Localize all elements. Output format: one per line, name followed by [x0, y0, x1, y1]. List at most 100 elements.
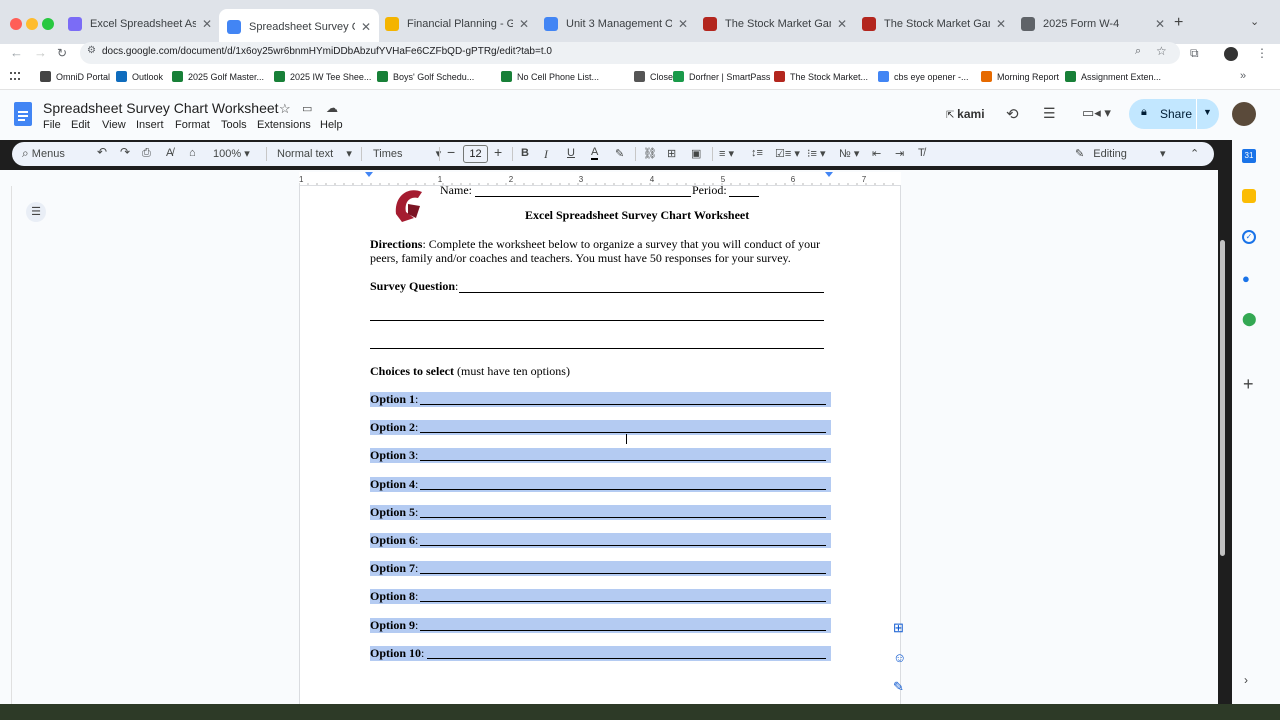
browser-tab[interactable]: The Stock Market Game✕ [854, 11, 1014, 37]
suggest-edits-icon[interactable]: ✎ [893, 679, 904, 695]
document-outline-icon[interactable]: ☰ [26, 202, 46, 222]
menu-insert[interactable]: Insert [136, 119, 164, 131]
profile-avatar[interactable] [1224, 47, 1238, 61]
document-title[interactable]: Spreadsheet Survey Chart Worksheet [43, 100, 279, 116]
bookmark-item[interactable]: The Stock Market... [774, 71, 868, 82]
close-tab-icon[interactable]: ✕ [678, 17, 688, 31]
option-line[interactable]: Option 7: [370, 561, 831, 577]
checklist-icon[interactable]: ☑≡ ▾ [775, 147, 800, 160]
spellcheck-icon[interactable]: A̸ [166, 147, 173, 159]
minimize-window-button[interactable] [26, 18, 38, 30]
document-page[interactable]: Name: Period: Excel Spreadsheet Survey C… [299, 183, 901, 706]
option-line[interactable]: Option 6: [370, 533, 831, 548]
close-tab-icon[interactable]: ✕ [1155, 17, 1165, 31]
close-tab-icon[interactable]: ✕ [519, 17, 529, 31]
editing-mode-select[interactable]: ✎ Editing ▾ [1075, 147, 1166, 160]
show-side-panel-icon[interactable]: › [1244, 673, 1248, 687]
italic-icon[interactable]: I [544, 147, 548, 162]
decrease-font-size-icon[interactable]: − [447, 144, 455, 160]
undo-icon[interactable]: ↶ [97, 145, 107, 159]
option-line[interactable]: Option 2: [370, 420, 831, 436]
underline-icon[interactable]: U [567, 147, 575, 159]
tab-search-icon[interactable]: ⌄ [1250, 15, 1259, 28]
close-tab-icon[interactable]: ✕ [837, 17, 847, 31]
bookmark-item[interactable]: Morning Report [981, 71, 1059, 82]
apps-grid-icon[interactable] [10, 72, 20, 82]
bookmark-item[interactable]: cbs eye opener -... [878, 71, 969, 82]
kami-button[interactable]: ⇱ kami [946, 107, 985, 121]
zoom-icon[interactable]: ⌕ [1135, 45, 1141, 58]
align-icon[interactable]: ≡ ▾ [719, 147, 734, 160]
close-tab-icon[interactable]: ✕ [996, 17, 1006, 31]
bookmark-item[interactable]: Assignment Exten... [1065, 71, 1161, 82]
browser-menu-icon[interactable]: ⋮ [1256, 46, 1268, 60]
close-window-button[interactable] [10, 18, 22, 30]
browser-tab[interactable]: 2025 Form W-4 ✕ [1013, 11, 1173, 37]
increase-font-size-icon[interactable]: + [494, 144, 502, 160]
bookmark-star-icon[interactable]: ☆ [1156, 44, 1167, 58]
bold-icon[interactable]: B [521, 147, 529, 159]
paragraph-style-select[interactable]: Normal text ▾ [277, 147, 352, 160]
menu-file[interactable]: File [43, 119, 61, 131]
redo-icon[interactable]: ↷ [120, 145, 130, 159]
link-icon[interactable]: ⛓ [643, 147, 657, 160]
comments-icon[interactable]: ☰ [1043, 105, 1056, 122]
option-line[interactable]: Option 4: [370, 476, 831, 492]
maps-icon[interactable]: ⬤ [1242, 311, 1257, 327]
option-line[interactable]: Option 9: [370, 617, 831, 633]
browser-tab[interactable]: Excel Spreadsheet Assignme✕ [60, 11, 220, 37]
maximize-window-button[interactable] [42, 18, 54, 30]
paint-format-icon[interactable]: ⌂ [189, 147, 196, 159]
print-icon[interactable]: ⎙ [142, 147, 151, 160]
add-comment-icon[interactable]: ⊞ [667, 147, 676, 160]
reload-icon[interactable]: ↻ [57, 46, 67, 60]
font-family-select[interactable]: Times ▾ [373, 147, 441, 160]
extensions-icon[interactable]: ⧉ [1190, 46, 1199, 61]
star-icon[interactable]: ☆ [279, 101, 291, 117]
insert-image-icon[interactable]: ▣ [691, 147, 701, 160]
line-spacing-icon[interactable]: ↕≡ [751, 147, 763, 159]
menu-extensions[interactable]: Extensions [257, 119, 311, 131]
meet-video-icon[interactable]: ▭◂ ▾ [1082, 105, 1111, 121]
option-line[interactable]: Option 3: [370, 448, 831, 464]
share-button[interactable]: 🔒︎ Share ▼ [1129, 99, 1219, 129]
site-info-icon[interactable]: ⚙ [87, 45, 96, 56]
browser-tab[interactable]: Financial Planning - Google S✕ [377, 11, 537, 37]
url-field[interactable]: ⚙ docs.google.com/document/d/1x6oy25wr6b… [80, 42, 1180, 64]
zoom-select[interactable]: 100% ▾ [213, 147, 250, 160]
bulleted-list-icon[interactable]: ⁝≡ ▾ [807, 147, 826, 160]
more-bookmarks-icon[interactable]: » [1240, 70, 1246, 82]
option-line[interactable]: Option 10: [370, 645, 831, 661]
tasks-icon[interactable]: ✓ [1242, 230, 1256, 244]
search-menus[interactable]: ⌕ Menus [22, 146, 65, 161]
new-tab-button[interactable]: + [1174, 14, 1183, 32]
move-folder-icon[interactable]: ▭ [302, 102, 312, 115]
menu-view[interactable]: View [102, 119, 126, 131]
font-size-input[interactable]: 12 [463, 145, 488, 163]
account-avatar[interactable] [1232, 102, 1256, 126]
bookmark-item[interactable]: Outlook [116, 71, 163, 82]
option-line[interactable]: Option 1: [370, 392, 831, 407]
bookmark-item[interactable]: Dorfner | SmartPass [673, 71, 770, 82]
text-color-icon[interactable]: A [591, 147, 599, 160]
bookmark-item[interactable]: Boys' Golf Schedu... [377, 71, 474, 82]
bookmark-item[interactable]: OmniD Portal [40, 71, 110, 82]
increase-indent-icon[interactable]: ⇥ [895, 147, 904, 160]
docs-logo-icon[interactable] [14, 102, 32, 126]
menu-edit[interactable]: Edit [71, 119, 90, 131]
browser-tab[interactable]: The Stock Market Game✕ [695, 11, 855, 37]
bookmark-item[interactable]: 2025 IW Tee Shee... [274, 71, 371, 82]
version-history-icon[interactable]: ⟲ [1006, 105, 1019, 123]
close-tab-icon[interactable]: ✕ [361, 20, 371, 34]
emoji-reaction-icon[interactable]: ☺ [893, 650, 906, 665]
calendar-icon[interactable]: 31 [1242, 149, 1256, 163]
close-tab-icon[interactable]: ✕ [202, 17, 212, 31]
menu-help[interactable]: Help [320, 119, 343, 131]
numbered-list-icon[interactable]: № ▾ [839, 147, 859, 160]
browser-tab[interactable]: Unit 3 Management One Pag✕ [536, 11, 696, 37]
option-line[interactable]: Option 5: [370, 504, 831, 520]
highlight-icon[interactable]: ✎ [615, 147, 624, 160]
forward-icon[interactable]: → [34, 45, 47, 60]
menu-tools[interactable]: Tools [221, 119, 247, 131]
bookmark-item[interactable]: No Cell Phone List... [501, 71, 599, 82]
